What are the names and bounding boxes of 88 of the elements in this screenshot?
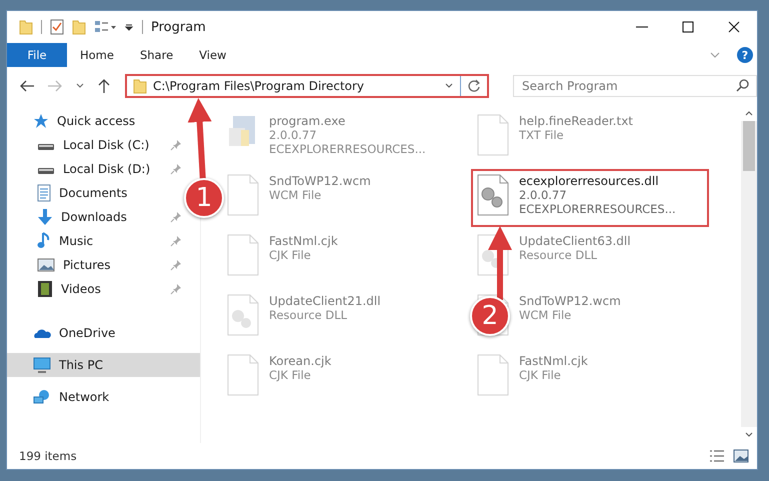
nav-label: Local Disk (D:) bbox=[63, 162, 150, 176]
up-arrow-icon[interactable] bbox=[97, 78, 111, 94]
star-icon bbox=[33, 113, 49, 129]
nav-label: Quick access bbox=[57, 114, 136, 128]
maximize-icon[interactable] bbox=[681, 20, 695, 34]
checklist-icon[interactable] bbox=[50, 19, 64, 35]
file-name: help.fineReader.txt bbox=[519, 114, 633, 128]
image-icon bbox=[37, 258, 55, 272]
file-name: ecexplorerresources.dll bbox=[519, 174, 660, 188]
file-name: SndToWP12.wcm bbox=[269, 174, 371, 188]
search-icon bbox=[736, 79, 749, 92]
nav-label: OneDrive bbox=[59, 326, 116, 340]
file-name: UpdateClient63.dll bbox=[519, 234, 631, 248]
file-name: program.exe bbox=[269, 114, 346, 128]
nav-label: Documents bbox=[59, 186, 128, 200]
file-item[interactable]: ecexplorerresources.dll 2.0.0.77 ECEXPLORERRESOURCES... bbox=[471, 169, 709, 227]
scroll-thumb[interactable] bbox=[743, 121, 755, 171]
file-icon bbox=[477, 354, 509, 396]
file-detail: CJK File bbox=[519, 368, 562, 382]
nav-item[interactable]: Local Disk (D:) bbox=[7, 157, 154, 181]
file-detail: TXT File bbox=[519, 128, 565, 142]
ribbon-tab[interactable]: File bbox=[7, 43, 67, 67]
file-icon bbox=[227, 354, 259, 396]
nav-item[interactable]: OneDrive bbox=[7, 321, 200, 345]
music-note-icon bbox=[37, 232, 51, 250]
file-name: Korean.cjk bbox=[269, 354, 332, 368]
refresh-icon[interactable] bbox=[467, 79, 481, 93]
file-icon bbox=[227, 234, 259, 276]
file-detail: Resource DLL bbox=[269, 308, 348, 322]
nav-item[interactable]: Network bbox=[7, 385, 200, 409]
nav-item[interactable]: Local Disk (C:) bbox=[7, 133, 154, 157]
back-icon[interactable] bbox=[19, 79, 35, 93]
details-view-icon[interactable] bbox=[709, 449, 725, 463]
file-detail: ECEXPLORERRESOURCES... bbox=[519, 202, 676, 216]
nav-label: Music bbox=[59, 234, 94, 248]
file-detail: CJK File bbox=[269, 248, 312, 262]
film-icon bbox=[37, 280, 53, 298]
nav-label: Pictures bbox=[63, 258, 111, 272]
down-arrow-icon bbox=[37, 208, 53, 226]
address-path: C:\Program Files\Program Directory bbox=[153, 79, 366, 93]
nav-item[interactable]: Pictures bbox=[7, 253, 115, 277]
file-detail: WCM File bbox=[519, 308, 572, 322]
document-icon bbox=[37, 184, 51, 202]
properties-icon[interactable] bbox=[94, 19, 116, 35]
file-icon bbox=[477, 174, 509, 216]
file-detail: WCM File bbox=[269, 188, 322, 202]
nav-item[interactable]: Downloads bbox=[7, 205, 131, 229]
file-name: SndToWP12.wcm bbox=[519, 294, 621, 308]
nav-label: Videos bbox=[61, 282, 101, 296]
thumbnail-view-icon[interactable] bbox=[733, 449, 749, 463]
chevron-icon[interactable] bbox=[709, 50, 721, 60]
nav-label: Local Disk (C:) bbox=[63, 138, 150, 152]
item-count: 199 items bbox=[19, 449, 77, 463]
file-detail: 2.0.0.77 bbox=[519, 188, 568, 202]
nav-item[interactable]: Music bbox=[7, 229, 98, 253]
monitor-icon bbox=[33, 357, 51, 373]
network-icon bbox=[33, 389, 51, 405]
nav-item[interactable]: Documents bbox=[7, 181, 132, 205]
search-field[interactable]: Search Program bbox=[513, 75, 757, 97]
ribbon-tab[interactable]: Home bbox=[67, 43, 127, 67]
help-button[interactable]: ? bbox=[737, 47, 753, 63]
file-icon bbox=[227, 294, 259, 336]
ribbon-tab[interactable]: View bbox=[186, 43, 240, 67]
file-detail: CJK File bbox=[269, 368, 312, 382]
address-bar[interactable]: C:\Program Files\Program Directory bbox=[125, 74, 489, 98]
file-detail: ECEXPLORERRESOURCES... bbox=[269, 142, 426, 156]
scroll-track[interactable] bbox=[741, 121, 757, 427]
file-name: FastNml.cjk bbox=[519, 354, 588, 368]
close-icon[interactable] bbox=[727, 20, 741, 34]
file-icon bbox=[227, 174, 259, 216]
nav-label: Downloads bbox=[61, 210, 127, 224]
cloud-icon bbox=[33, 327, 51, 339]
file-icon bbox=[477, 114, 509, 156]
file-detail: Resource DLL bbox=[519, 248, 598, 262]
nav-item[interactable]: Quick access bbox=[7, 109, 200, 133]
scroll-up-icon[interactable] bbox=[744, 109, 754, 117]
ribbon-tab[interactable]: Share bbox=[126, 43, 186, 67]
file-name: UpdateClient21.dll bbox=[269, 294, 381, 308]
folder-icon bbox=[133, 78, 147, 94]
nav-item[interactable]: This PC bbox=[7, 353, 200, 377]
file-name: FastNml.cjk bbox=[269, 234, 338, 248]
file-icon bbox=[477, 234, 509, 276]
window-title: Program bbox=[151, 20, 206, 34]
scroll-down-icon[interactable] bbox=[744, 431, 754, 439]
file-detail: 2.0.0.77 bbox=[269, 128, 318, 142]
nav-label: This PC bbox=[59, 358, 103, 372]
nav-item[interactable]: Videos bbox=[7, 277, 105, 301]
nav-label: Network bbox=[59, 390, 110, 404]
